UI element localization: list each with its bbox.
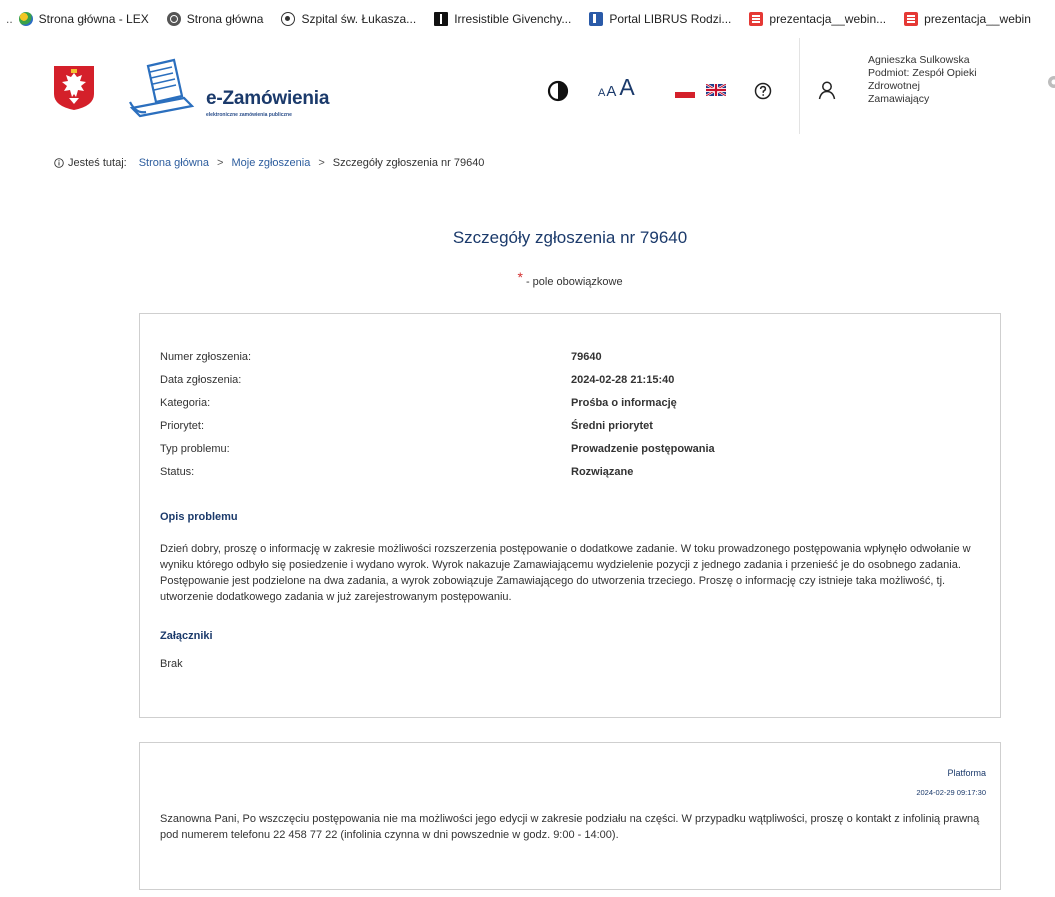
required-text: - pole obowiązkowe bbox=[522, 276, 623, 288]
field-value-problem-type: Prowadzenie postępowania bbox=[571, 443, 715, 455]
bookmark-lex[interactable]: Strona główna - LEX bbox=[18, 12, 149, 26]
reply-date: 2024-02-29 09:17:30 bbox=[916, 788, 986, 797]
breadcrumb-my-tickets-link[interactable]: Moje zgłoszenia bbox=[231, 157, 310, 169]
polish-emblem-icon[interactable] bbox=[52, 64, 96, 111]
bookmark-label: prezentacja__webin... bbox=[769, 12, 887, 26]
bookmark-librus[interactable]: Portal LIBRUS Rodzi... bbox=[589, 12, 731, 26]
globe-icon bbox=[166, 12, 181, 26]
reply-card: Platforma 2024-02-29 09:17:30 Szanowna P… bbox=[139, 742, 1001, 890]
breadcrumb-home-link[interactable]: Strona główna bbox=[139, 157, 209, 169]
field-label-category: Kategoria: bbox=[160, 397, 211, 409]
field-label-status: Status: bbox=[160, 466, 195, 478]
bookmark-szpital[interactable]: Szpital św. Łukasza... bbox=[281, 12, 416, 26]
required-star: * bbox=[517, 269, 523, 285]
page-title: Szczegóły zgłoszenia nr 79640 bbox=[452, 228, 688, 247]
logo-title: e-Zamówienia bbox=[206, 88, 330, 109]
breadcrumb-prefix: Jesteś tutaj: bbox=[68, 157, 127, 169]
bookmark-label: prezentacja__webin bbox=[924, 12, 1031, 26]
problem-description: Dzień dobry, proszę o informację w zakre… bbox=[160, 543, 971, 603]
breadcrumb-separator: > bbox=[217, 157, 224, 169]
breadcrumb: Jesteś tutaj: Strona główna > Moje zgłos… bbox=[54, 157, 484, 169]
bookmark-label: Irresistible Givenchy... bbox=[454, 12, 572, 26]
bookmarks-overflow[interactable]: .. bbox=[0, 12, 19, 26]
field-value-category: Prośba o informację bbox=[571, 397, 677, 409]
required-field-note: * - pole obowiązkowe bbox=[0, 269, 1055, 288]
gear-icon[interactable] bbox=[1044, 72, 1055, 92]
font-size-controls: A A A bbox=[598, 76, 635, 100]
flag-uk-icon[interactable] bbox=[706, 84, 726, 96]
user-entity-cont: Zdrowotnej bbox=[868, 80, 920, 92]
librus-icon bbox=[589, 12, 604, 26]
bookmarks-bar: .. Strona główna - LEX Strona główna Szp… bbox=[0, 0, 1055, 38]
user-role: Zamawiający bbox=[868, 93, 930, 105]
header-divider bbox=[799, 38, 800, 134]
user-name: Agnieszka Sulkowska bbox=[868, 54, 970, 66]
font-size-small-button[interactable]: A bbox=[598, 88, 605, 99]
presentation-icon bbox=[904, 12, 919, 26]
contrast-toggle-icon[interactable] bbox=[547, 80, 569, 102]
bookmark-strona-glowna[interactable]: Strona główna bbox=[166, 12, 264, 26]
font-size-medium-button[interactable]: A bbox=[606, 84, 616, 99]
field-value-status: Rozwiązane bbox=[571, 466, 634, 478]
breadcrumb-current: Szczegóły zgłoszenia nr 79640 bbox=[332, 157, 485, 169]
field-label-ticket-number: Numer zgłoszenia: bbox=[160, 351, 252, 363]
user-info[interactable]: Agnieszka Sulkowska Podmiot: Zespół Opie… bbox=[868, 54, 1043, 106]
e-zamowienia-logo[interactable]: e-Zamówienia elektroniczne zamówienia pu… bbox=[126, 58, 346, 122]
site-header: e-Zamówienia elektroniczne zamówienia pu… bbox=[0, 38, 1055, 134]
attachments-value: Brak bbox=[160, 658, 183, 670]
laptop-logo-icon bbox=[129, 58, 195, 118]
bookmark-prezentacja-2[interactable]: prezentacja__webin bbox=[904, 12, 1031, 26]
reply-message: Szanowna Pani, Po wszczęciu postępowania… bbox=[160, 813, 980, 841]
field-label-problem-type: Typ problemu: bbox=[160, 443, 230, 455]
bookmark-givenchy[interactable]: Irresistible Givenchy... bbox=[434, 12, 571, 26]
field-label-priority: Priorytet: bbox=[160, 420, 205, 432]
presentation-icon bbox=[749, 12, 764, 26]
givenchy-icon bbox=[434, 12, 449, 26]
font-size-large-button[interactable]: A bbox=[619, 76, 634, 99]
field-value-ticket-number: 79640 bbox=[571, 351, 602, 363]
breadcrumb-separator: > bbox=[318, 157, 325, 169]
field-value-priority: Średni priorytet bbox=[571, 420, 653, 432]
bookmark-label: Strona główna - LEX bbox=[38, 12, 149, 26]
lex-icon bbox=[18, 12, 33, 26]
help-icon[interactable] bbox=[754, 82, 772, 100]
field-label-date: Data zgłoszenia: bbox=[160, 374, 242, 386]
ticket-details-card: Numer zgłoszenia: 79640 Data zgłoszenia:… bbox=[139, 313, 1001, 718]
attachments-heading: Załączniki bbox=[160, 630, 213, 642]
description-heading: Opis problemu bbox=[160, 511, 238, 523]
bookmark-label: Portal LIBRUS Rodzi... bbox=[609, 12, 732, 26]
bookmark-prezentacja-1[interactable]: prezentacja__webin... bbox=[749, 12, 886, 26]
bookmark-label: Szpital św. Łukasza... bbox=[301, 12, 417, 26]
user-entity: Podmiot: Zespół Opieki bbox=[868, 67, 977, 79]
logo-subtitle: elektroniczne zamówienia publiczne bbox=[206, 112, 292, 118]
user-account-icon[interactable] bbox=[817, 80, 837, 100]
reply-author: Platforma bbox=[947, 768, 986, 778]
field-value-date: 2024-02-28 21:15:40 bbox=[571, 374, 675, 386]
info-icon bbox=[54, 158, 64, 168]
hospital-icon bbox=[281, 12, 296, 26]
flag-pl-icon[interactable] bbox=[675, 86, 695, 98]
bookmark-label: Strona główna bbox=[186, 12, 264, 26]
